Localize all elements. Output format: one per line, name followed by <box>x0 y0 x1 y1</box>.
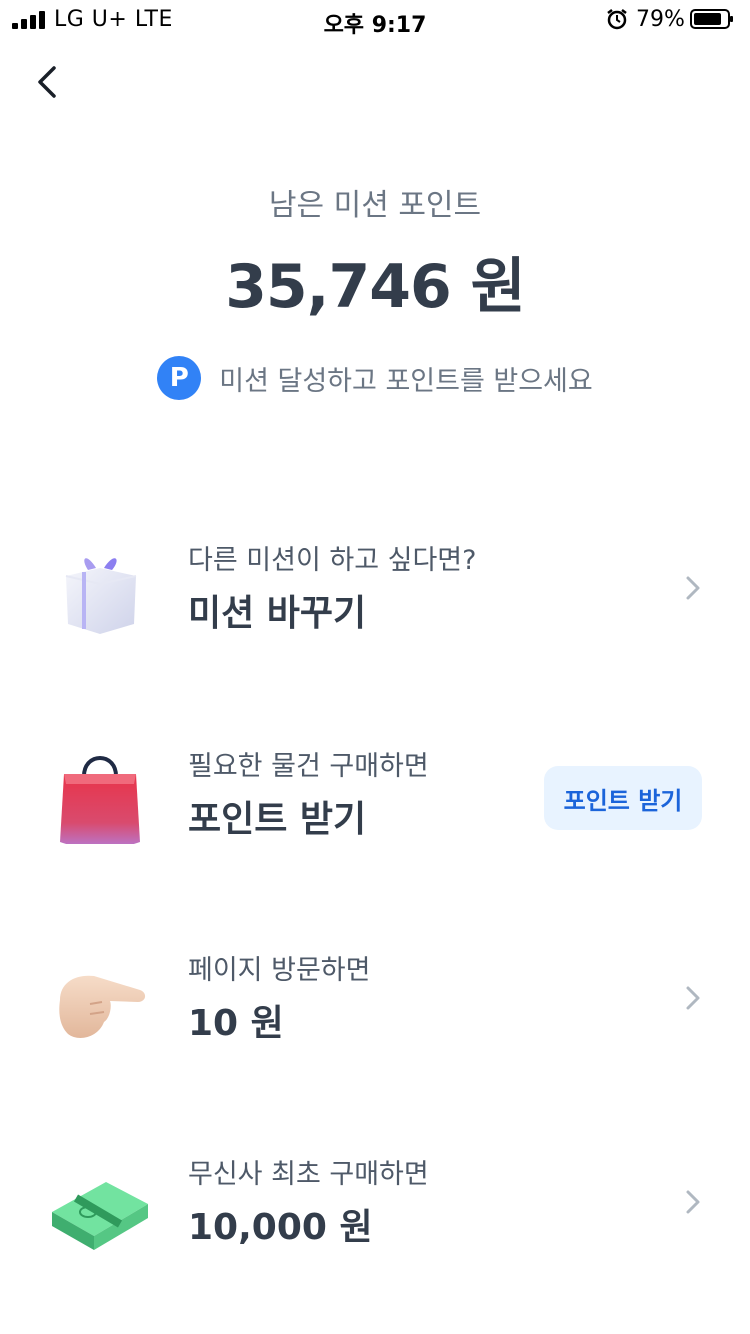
mission-promo: P 미션 달성하고 포인트를 받으세요 <box>0 356 750 400</box>
mission-subtitle: 다른 미션이 하고 싶다면? <box>188 545 477 576</box>
mission-title: 미션 바꾸기 <box>188 593 367 634</box>
mission-title: 10 원 <box>188 1003 284 1044</box>
status-bar: LG U+ LTE 오후 9:17 79% <box>0 0 750 40</box>
shopping-bag-icon <box>60 756 140 844</box>
mission-subtitle: 필요한 물건 구매하면 <box>188 751 429 782</box>
gift-box-icon <box>65 558 137 634</box>
chevron-right-icon <box>686 576 700 600</box>
back-arrow-icon[interactable] <box>26 60 70 104</box>
get-points-button[interactable]: 포인트 받기 <box>544 766 702 830</box>
battery-icon <box>690 9 733 29</box>
mission-item-purchase[interactable]: 필요한 물건 구매하면 포인트 받기 포인트 받기 <box>0 734 750 854</box>
mission-title: 10,000 원 <box>188 1207 373 1248</box>
promo-text: 미션 달성하고 포인트를 받으세요 <box>219 365 593 397</box>
mission-item-page-visit[interactable]: 페이지 방문하면 10 원 <box>0 938 750 1058</box>
mission-subtitle: 페이지 방문하면 <box>188 955 371 986</box>
mission-title: 포인트 받기 <box>188 799 367 840</box>
remaining-points-label: 남은 미션 포인트 <box>268 188 482 223</box>
mission-subtitle: 무신사 최초 구매하면 <box>188 1159 429 1190</box>
mission-item-change-mission[interactable]: 다른 미션이 하고 싶다면? 미션 바꾸기 <box>0 528 750 648</box>
battery-percentage: 79% <box>636 7 685 32</box>
money-stack-icon <box>52 1182 148 1250</box>
chevron-right-icon <box>686 1190 700 1214</box>
alarm-icon <box>607 9 627 30</box>
chevron-right-icon <box>686 986 700 1010</box>
pointing-hand-icon <box>59 975 146 1038</box>
mission-item-first-purchase[interactable]: 무신사 최초 구매하면 10,000 원 <box>0 1142 750 1262</box>
remaining-points-value: 35,746 원 <box>225 252 526 322</box>
point-icon: P <box>157 356 202 400</box>
